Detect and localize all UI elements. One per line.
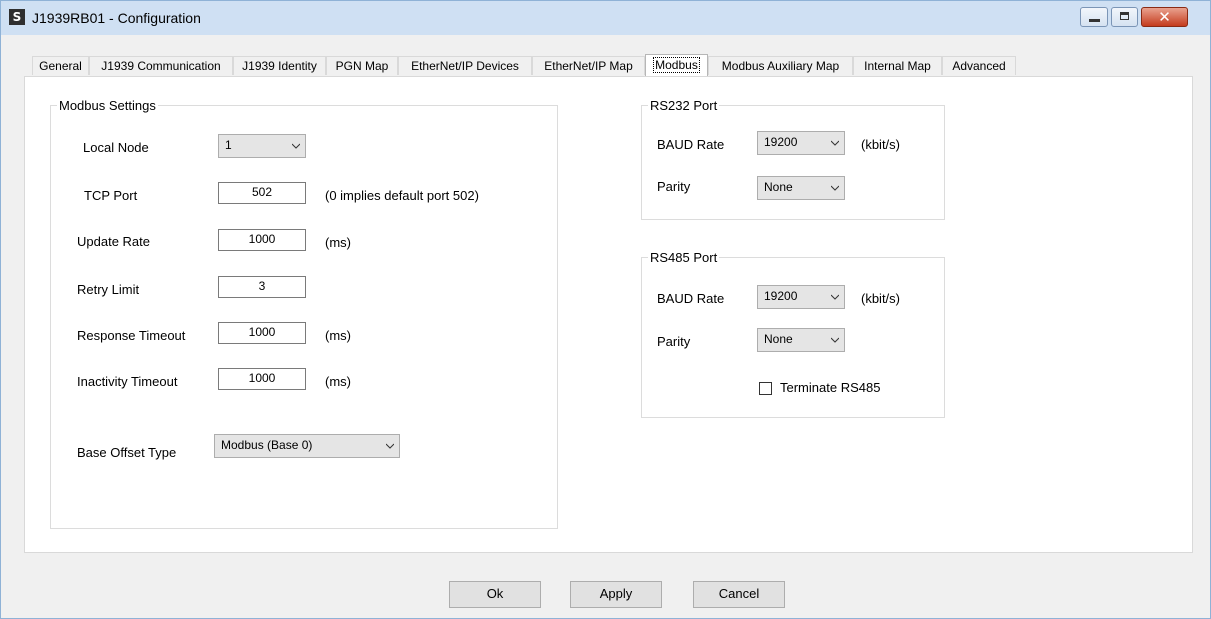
tab-label: Modbus [653, 57, 700, 73]
inactivity-timeout-label: Inactivity Timeout [77, 374, 178, 389]
tab-label: EtherNet/IP Map [544, 59, 633, 73]
apply-button[interactable]: Apply [570, 581, 662, 608]
app-logo-icon: S [9, 9, 25, 25]
close-button[interactable]: ✕ [1141, 7, 1188, 27]
rs232-parity-select[interactable]: None [757, 176, 845, 200]
update-rate-unit: (ms) [325, 235, 351, 250]
ok-button[interactable]: Ok [449, 581, 541, 608]
chevron-down-icon [831, 337, 839, 343]
group-title: RS485 Port [648, 250, 720, 265]
chevron-down-icon [831, 185, 839, 191]
tcp-port-label: TCP Port [84, 188, 138, 203]
rs485-baud-unit: (kbit/s) [861, 291, 900, 306]
rs485-port-group: RS485 Port BAUD Rate 19200 (kbit/s) Pari… [641, 250, 945, 418]
local-node-label: Local Node [83, 140, 149, 155]
tab-label: EtherNet/IP Devices [411, 59, 519, 73]
local-node-select[interactable]: 1 [218, 134, 306, 158]
tab-label: General [39, 59, 82, 73]
rs232-parity-value: None [764, 180, 793, 194]
tab-label: J1939 Identity [242, 59, 317, 73]
rs232-baud-rate-select[interactable]: 19200 [757, 131, 845, 155]
inactivity-timeout-unit: (ms) [325, 374, 351, 389]
maximize-button[interactable] [1111, 7, 1138, 27]
rs485-baud-rate-value: 19200 [764, 289, 798, 303]
cancel-button[interactable]: Cancel [693, 581, 785, 608]
response-timeout-unit: (ms) [325, 328, 351, 343]
tab-j1939-communication[interactable]: J1939 Communication [89, 56, 233, 75]
tab-label: Advanced [952, 59, 1006, 73]
tcp-port-input[interactable]: 502 [218, 182, 306, 204]
minimize-icon [1089, 19, 1100, 22]
tab-pgn-map[interactable]: PGN Map [326, 56, 398, 75]
maximize-icon [1120, 12, 1129, 20]
rs485-baud-rate-label: BAUD Rate [657, 291, 725, 306]
tab-ethernetip-devices[interactable]: EtherNet/IP Devices [398, 56, 532, 75]
rs485-baud-rate-select[interactable]: 19200 [757, 285, 845, 309]
tab-content-panel: Modbus Settings Local Node 1 TCP Port 50… [24, 76, 1193, 553]
retry-limit-label: Retry Limit [77, 282, 140, 297]
rs485-parity-select[interactable]: None [757, 328, 845, 352]
modbus-settings-group: Modbus Settings Local Node 1 TCP Port 50… [50, 98, 558, 529]
tab-ethernetip-map[interactable]: EtherNet/IP Map [532, 56, 645, 75]
inactivity-timeout-input[interactable]: 1000 [218, 368, 306, 390]
tab-modbus[interactable]: Modbus [645, 54, 708, 76]
local-node-value: 1 [225, 138, 232, 152]
tab-label: J1939 Communication [101, 59, 221, 73]
tcp-port-note: (0 implies default port 502) [325, 188, 479, 203]
tab-label: Modbus Auxiliary Map [721, 59, 840, 73]
configuration-window: S J1939RB01 - Configuration ✕ General J1… [0, 0, 1211, 619]
response-timeout-input[interactable]: 1000 [218, 322, 306, 344]
rs485-parity-label: Parity [657, 334, 691, 349]
rs232-port-group: RS232 Port BAUD Rate 19200 (kbit/s) Pari… [641, 98, 945, 220]
retry-limit-input[interactable]: 3 [218, 276, 306, 298]
base-offset-type-label: Base Offset Type [77, 445, 177, 460]
close-icon: ✕ [1158, 8, 1171, 26]
rs232-baud-rate-value: 19200 [764, 135, 798, 149]
terminate-rs485-checkbox[interactable] [759, 382, 772, 395]
update-rate-label: Update Rate [77, 234, 150, 249]
title-bar: S J1939RB01 - Configuration ✕ [1, 1, 1210, 35]
terminate-rs485-label[interactable]: Terminate RS485 [780, 380, 880, 395]
window-title: J1939RB01 - Configuration [32, 10, 201, 26]
rs232-baud-rate-label: BAUD Rate [657, 137, 725, 152]
minimize-button[interactable] [1080, 7, 1108, 27]
tab-label: Internal Map [864, 59, 931, 73]
tab-advanced[interactable]: Advanced [942, 56, 1016, 75]
update-rate-input[interactable]: 1000 [218, 229, 306, 251]
tab-modbus-auxiliary-map[interactable]: Modbus Auxiliary Map [708, 56, 853, 75]
base-offset-type-value: Modbus (Base 0) [221, 438, 313, 452]
rs485-parity-value: None [764, 332, 793, 346]
group-title: Modbus Settings [57, 98, 158, 113]
tab-label: PGN Map [335, 59, 389, 73]
chevron-down-icon [386, 443, 394, 449]
chevron-down-icon [831, 140, 839, 146]
rs232-baud-unit: (kbit/s) [861, 137, 900, 152]
tab-j1939-identity[interactable]: J1939 Identity [233, 56, 326, 75]
chevron-down-icon [831, 294, 839, 300]
response-timeout-label: Response Timeout [77, 328, 186, 343]
chevron-down-icon [292, 143, 300, 149]
tab-internal-map[interactable]: Internal Map [853, 56, 942, 75]
group-title: RS232 Port [648, 98, 720, 113]
tab-general[interactable]: General [32, 56, 89, 75]
base-offset-type-select[interactable]: Modbus (Base 0) [214, 434, 400, 458]
rs232-parity-label: Parity [657, 179, 691, 194]
